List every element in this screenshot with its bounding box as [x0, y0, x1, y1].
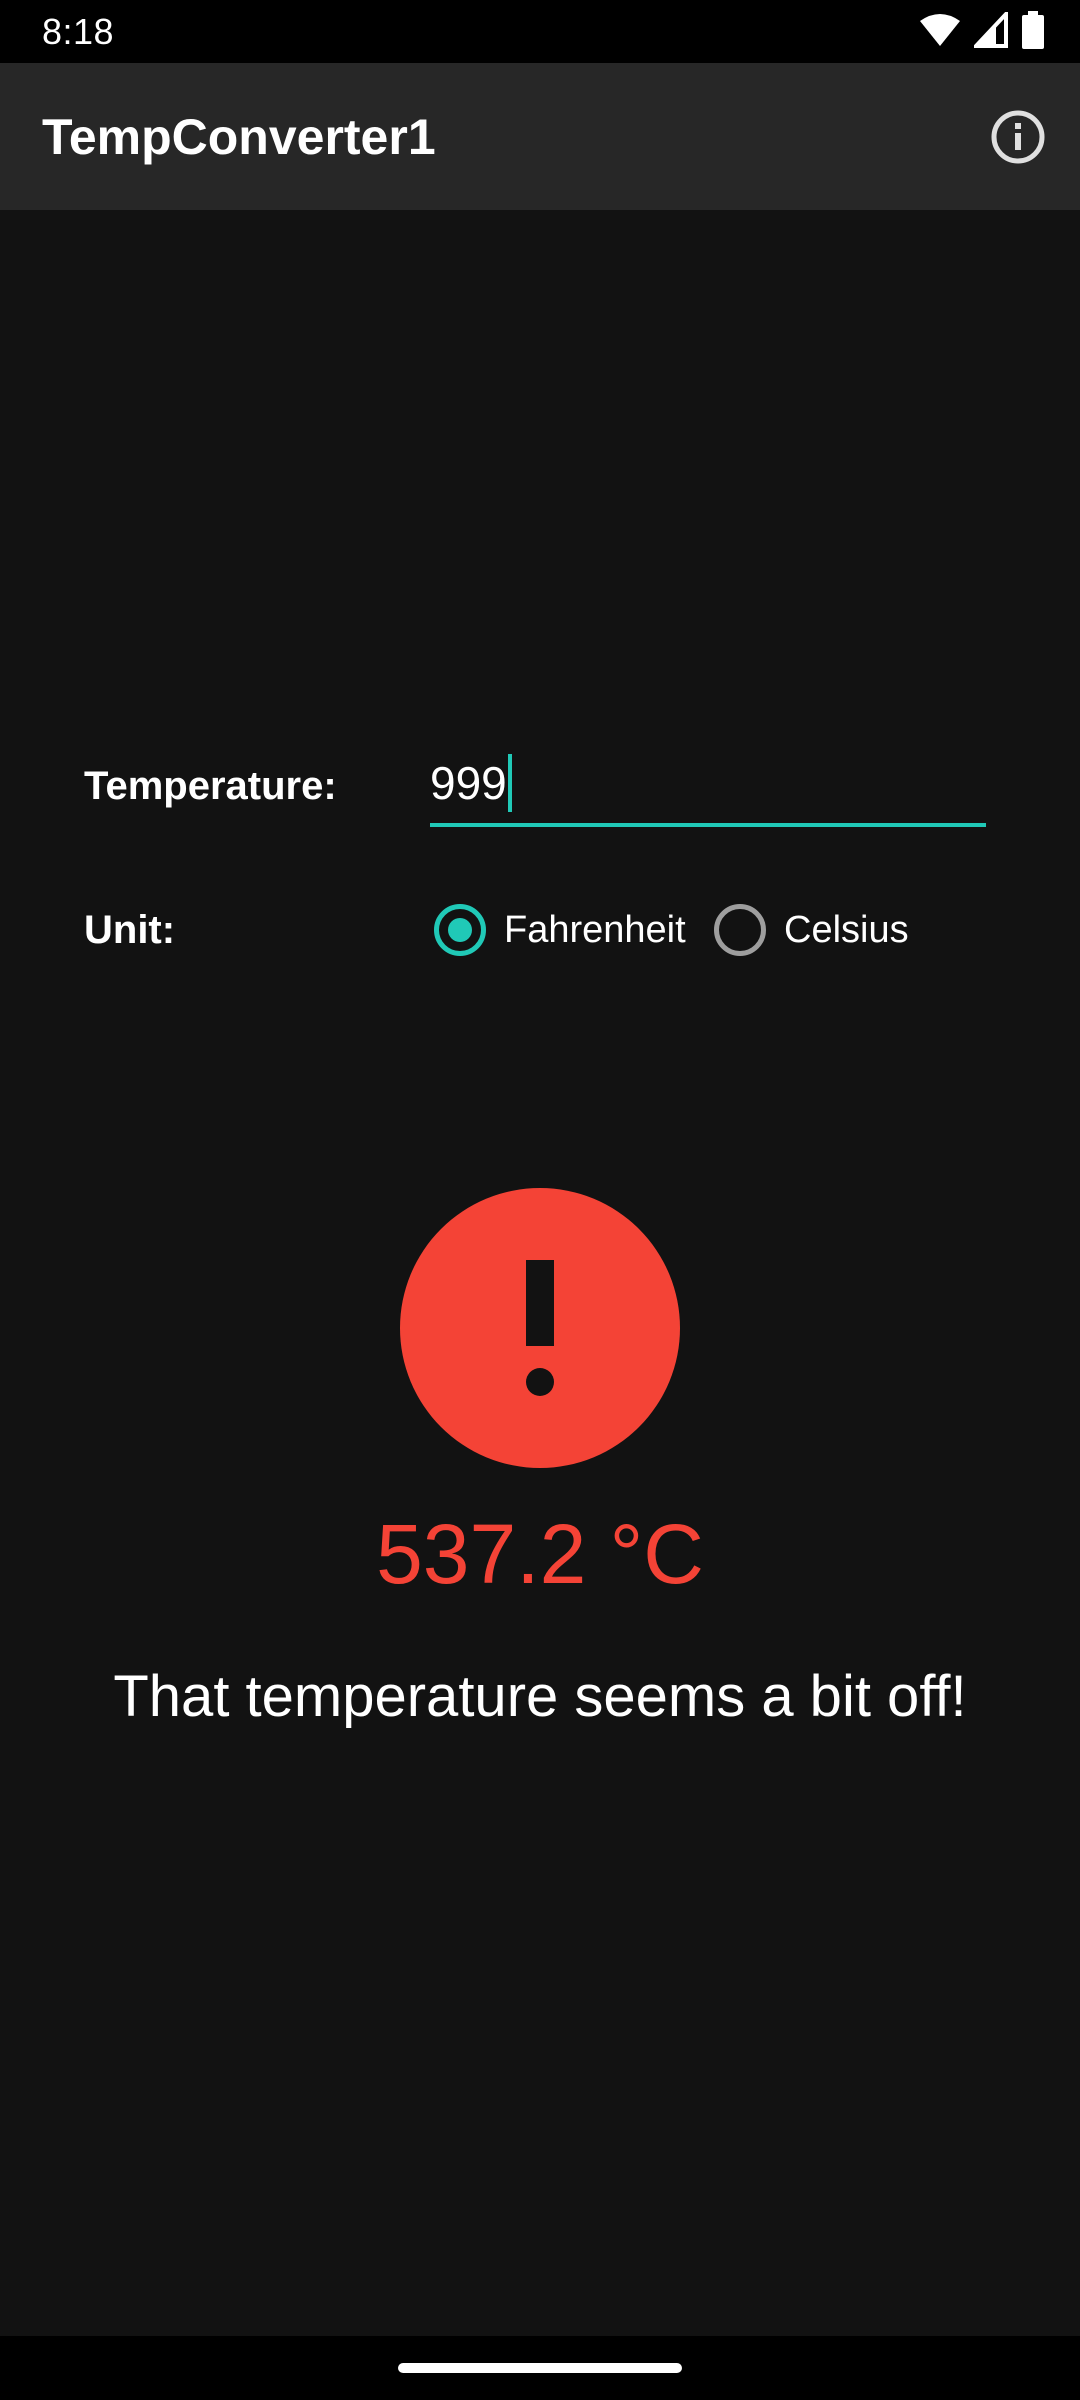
radio-celsius[interactable]: Celsius	[714, 898, 909, 962]
status-time: 8:18	[42, 11, 115, 52]
status-bar: 8:18	[0, 0, 1080, 63]
signal-icon	[971, 8, 1008, 53]
app-bar: TempConverter1	[0, 63, 1080, 210]
result-value: 537.2 °C	[376, 1507, 704, 1601]
app-title: TempConverter1	[42, 109, 436, 165]
radio-unchecked-icon	[714, 904, 766, 956]
radio-fahrenheit-label: Fahrenheit	[504, 909, 686, 951]
temperature-label: Temperature:	[84, 764, 337, 808]
status-icons	[920, 8, 1044, 54]
home-gesture-handle[interactable]	[398, 2363, 682, 2373]
screen: 8:18 TempConverter1 Temperature: 999 Uni…	[0, 0, 1080, 2400]
battery-icon	[1022, 10, 1044, 54]
temperature-input[interactable]: 999	[430, 745, 986, 827]
wifi-icon	[920, 13, 960, 52]
info-button[interactable]	[980, 101, 1056, 177]
unit-label: Unit:	[84, 908, 176, 952]
radio-celsius-label: Celsius	[784, 909, 909, 951]
alert-icon	[400, 1188, 680, 1468]
warning-message: That temperature seems a bit off!	[113, 1664, 967, 1729]
text-cursor	[507, 754, 512, 812]
temperature-input-value: 999	[430, 757, 507, 809]
radio-checked-icon	[434, 904, 486, 956]
navigation-bar	[0, 2336, 1080, 2400]
radio-fahrenheit[interactable]: Fahrenheit	[434, 898, 686, 962]
info-icon	[990, 109, 1046, 170]
